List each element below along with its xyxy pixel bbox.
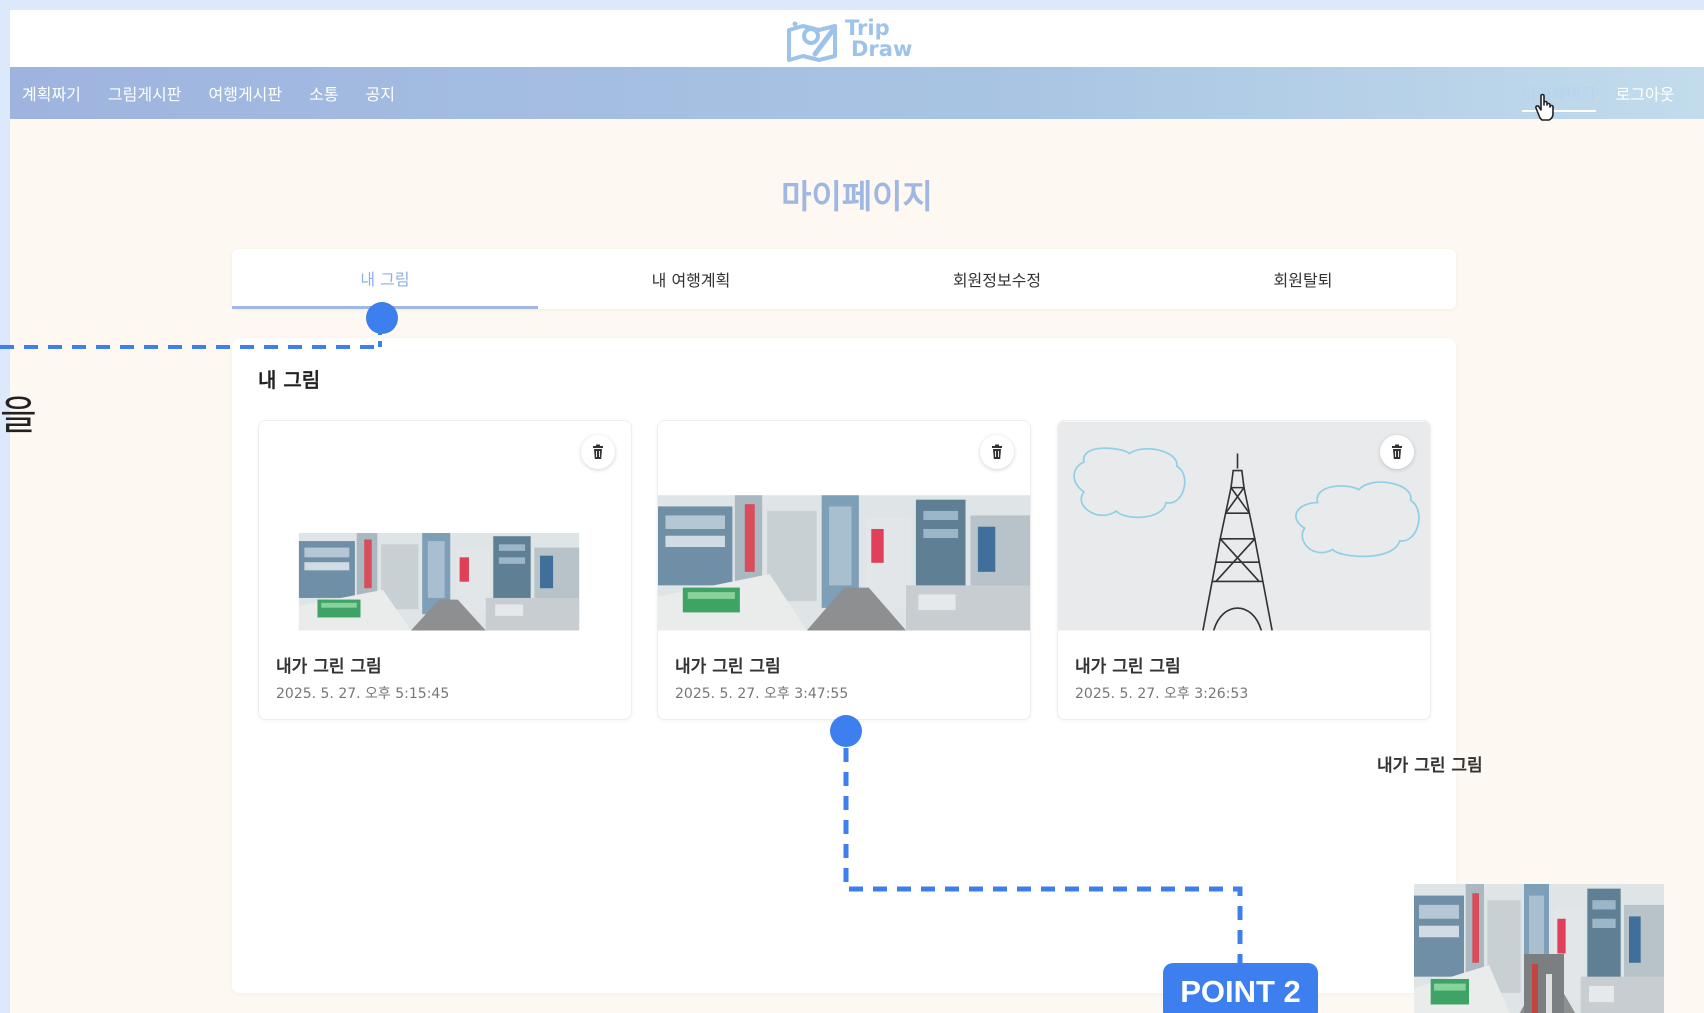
nav-item-travel-board[interactable]: 여행게시판 (209, 81, 283, 105)
delete-button[interactable] (1380, 435, 1414, 469)
drawing-card[interactable]: 내가 그린 그림 2025. 5. 27. 오후 3:47:55 (657, 420, 1031, 720)
tab-edit-profile[interactable]: 회원정보수정 (844, 249, 1150, 309)
logo-text-trip: Trip (845, 16, 890, 40)
app-window: Trip Draw 계획짜기 그림게시판 여행게시판 소통 공지 마이페이지 로… (10, 10, 1704, 1013)
nav-logout-link[interactable]: 로그아웃 (1616, 81, 1675, 105)
logo-text: Trip Draw (845, 18, 912, 60)
logo[interactable]: Trip Draw (785, 12, 925, 64)
nav-item-community[interactable]: 소통 (309, 81, 338, 105)
card-title: 내가 그린 그림 (276, 657, 382, 677)
drawing-card[interactable]: 내가 그린 그림 2025. 5. 27. 오후 5:15:45 (258, 420, 632, 720)
nav-item-notice[interactable]: 공지 (366, 81, 395, 105)
trash-icon (590, 444, 606, 460)
section-title: 내 그림 (258, 368, 321, 392)
card-date: 2025. 5. 27. 오후 3:26:53 (1075, 686, 1249, 702)
hand-cursor-icon (1535, 93, 1554, 121)
drawing-card[interactable]: 내가 그린 그림 2025. 5. 27. 오후 3:26:53 (1057, 420, 1431, 720)
nav-item-plan[interactable]: 계획짜기 (22, 81, 81, 105)
top-header: Trip Draw (10, 10, 1704, 67)
drawing-thumbnail (259, 421, 631, 631)
drawing-thumbnail (658, 421, 1030, 631)
tab-my-drawings[interactable]: 내 그림 (232, 249, 538, 309)
logo-icon (787, 21, 837, 62)
drawing-thumbnail (1058, 421, 1430, 631)
my-drawings-panel: 내 그림 내가 그린 그림 2025. 5. 27. 오후 5:15:45 내가… (232, 338, 1456, 993)
mypage-tabs: 내 그림 내 여행계획 회원정보수정 회원탈퇴 (232, 249, 1456, 309)
card-date: 2025. 5. 27. 오후 5:15:45 (276, 686, 450, 702)
card-title: 내가 그린 그림 (675, 657, 781, 677)
trash-icon (989, 444, 1005, 460)
detail-title: 내가 그린 그림 (1377, 756, 1483, 776)
delete-button[interactable] (581, 435, 615, 469)
card-title: 내가 그린 그림 (1075, 657, 1181, 677)
card-date: 2025. 5. 27. 오후 3:47:55 (675, 686, 849, 702)
trash-icon (1389, 444, 1405, 460)
main-nav: 계획짜기 그림게시판 여행게시판 소통 공지 마이페이지 로그아웃 (10, 67, 1704, 119)
point-badge: POINT 2 (1163, 963, 1318, 1013)
annotation-side-text: 을 (0, 393, 37, 439)
tab-my-travel-plans[interactable]: 내 여행계획 (538, 249, 844, 309)
page-title: 마이페이지 (781, 177, 933, 216)
logo-text-draw: Draw (851, 37, 913, 61)
detail-image (1414, 884, 1664, 1013)
tab-withdraw[interactable]: 회원탈퇴 (1150, 249, 1456, 309)
delete-button[interactable] (980, 435, 1014, 469)
nav-item-drawing-board[interactable]: 그림게시판 (108, 81, 182, 105)
nav-menu: 계획짜기 그림게시판 여행게시판 소통 공지 (22, 67, 395, 119)
